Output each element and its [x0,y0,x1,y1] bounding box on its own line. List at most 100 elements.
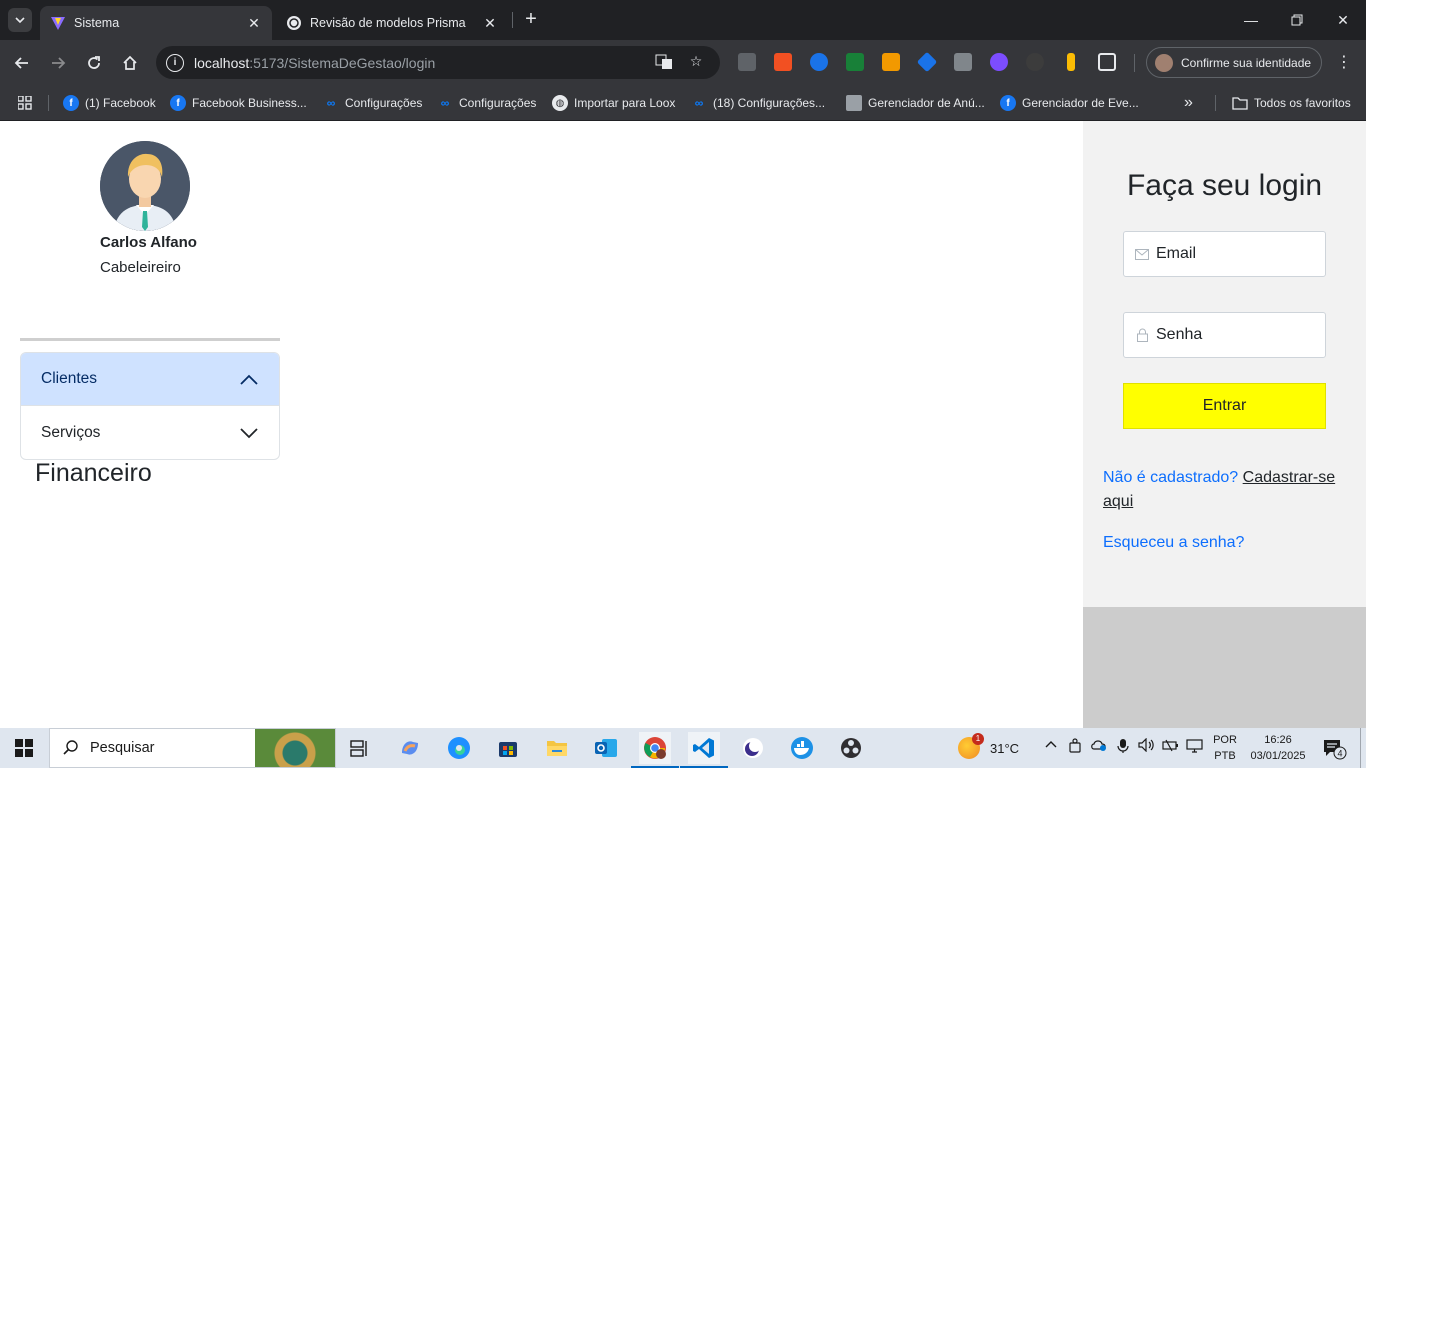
show-desktop-button[interactable] [1360,728,1361,768]
copilot-icon[interactable] [394,732,426,764]
outlook-icon[interactable] [590,732,622,764]
extension-ds-icon[interactable] [882,53,900,71]
weather-widget[interactable]: 1 31°C [958,733,1019,760]
extension-code-icon[interactable] [738,53,756,71]
tab-search-button[interactable] [8,8,32,32]
financeiro-heading[interactable]: Financeiro [35,459,152,488]
extension-lightning-icon[interactable] [1067,53,1075,71]
address-bar[interactable]: i localhost:5173/SistemaDeGestao/login ☆ [156,46,720,79]
login-submit-button[interactable]: Entrar [1123,383,1326,429]
clock-time: 16:26 [1264,734,1292,746]
taskbar-search-box[interactable]: Pesquisar [49,728,336,768]
start-button[interactable] [0,728,48,768]
forgot-password-link[interactable]: Esqueceu a senha? [1103,534,1244,552]
email-input[interactable] [1156,245,1316,263]
bookmark-item[interactable]: Gerenciador de Anú... [846,93,985,113]
show-hidden-icons-chevron-icon[interactable] [1042,738,1060,758]
tab-separator [512,12,513,28]
password-field[interactable] [1123,312,1326,358]
chevron-down-icon [15,17,25,24]
edge-browser-icon[interactable] [443,732,475,764]
extension-search-icon[interactable] [810,53,828,71]
extension-grid-icon[interactable] [954,53,972,71]
profile-button[interactable]: Confirme sua identidade [1146,47,1322,78]
extension-tag-icon[interactable] [916,51,938,73]
profile-name: Carlos Alfano [100,234,197,251]
moon-app-icon[interactable] [737,732,769,764]
extensions-puzzle-icon[interactable] [1098,53,1116,71]
extension-q-icon[interactable] [774,53,792,71]
network-icon[interactable] [1186,738,1204,758]
close-tab-icon[interactable]: ✕ [246,15,262,32]
task-view-icon[interactable] [344,732,376,764]
volume-icon[interactable] [1138,737,1156,758]
tab-title: Sistema [74,16,120,30]
accordion-item-clientes[interactable]: Clientes [21,353,279,406]
vscode-icon[interactable] [680,732,728,768]
back-button[interactable] [9,50,35,76]
weather-sun-icon: 1 [958,733,984,759]
accordion-item-servicos[interactable]: Serviços [21,406,279,459]
bookmark-item[interactable]: ∞ Configurações [323,93,423,113]
bookmark-item[interactable]: f Gerenciador de Eve... [1000,93,1139,113]
email-field[interactable] [1123,231,1326,277]
sidebar-accordion: Clientes Serviços [20,352,280,460]
chrome-icon[interactable] [631,732,679,768]
home-button[interactable] [117,50,143,76]
battery-icon[interactable] [1162,738,1180,758]
reload-icon [88,56,100,69]
bookmark-star-icon[interactable]: ☆ [686,53,706,73]
extension-target-icon[interactable] [990,53,1008,71]
meta-icon: ∞ [694,96,704,110]
extension-k-icon[interactable] [1026,53,1044,71]
site-info-icon[interactable]: i [166,53,184,72]
onedrive-sync-icon[interactable] [1090,738,1108,758]
more-bookmarks-chevron-icon[interactable]: » [1184,93,1193,113]
tab-sistema[interactable]: Sistema ✕ [40,6,272,40]
language-code: POR [1213,734,1237,746]
tab-prisma[interactable]: Revisão de modelos Prisma ✕ [276,6,508,40]
bookmarks-separator [1215,95,1216,111]
accordion-label: Serviços [41,423,101,441]
translate-icon[interactable] [654,53,674,73]
minimize-button[interactable]: — [1228,0,1274,40]
meta-icon: ∞ [326,96,336,110]
facebook-icon: f [170,95,186,111]
microphone-icon[interactable] [1114,738,1132,758]
page-content: Carlos Alfano Cabeleireiro Clientes Serv… [0,121,1366,728]
docker-icon[interactable] [786,732,818,764]
notification-center-icon[interactable]: 4 [1322,738,1348,760]
close-window-button[interactable]: ✕ [1320,0,1366,40]
forward-button[interactable] [45,50,71,76]
screen: Sistema ✕ Revisão de modelos Prisma ✕ + … [0,0,1366,768]
facebook-icon: f [1000,95,1016,111]
bookmark-item[interactable]: ∞ Configurações [437,93,537,113]
bookmark-item[interactable]: f (1) Facebook [63,93,156,113]
restore-button[interactable] [1274,0,1320,40]
password-input[interactable] [1156,326,1316,344]
restore-icon [1291,14,1303,26]
bookmark-label: Configurações [345,96,423,110]
new-tab-button[interactable]: + [520,8,542,32]
windows-logo-icon [15,739,33,757]
openai-icon [286,15,302,31]
bookmark-item[interactable]: ◍ Importar para Loox [552,93,675,113]
system-clock[interactable]: 16:26 03/01/2025 [1246,732,1310,764]
browser-menu-icon[interactable]: ⋮ [1336,52,1352,72]
home-icon [123,55,137,70]
taskbar-search-placeholder: Pesquisar [90,740,155,756]
extension-download-icon[interactable] [846,53,864,71]
bookmark-item[interactable]: ∞ (18) Configurações... [691,93,825,113]
bookmark-label: Facebook Business... [192,96,307,110]
close-tab-icon[interactable]: ✕ [482,15,498,32]
all-bookmarks-folder[interactable]: Todos os favoritos [1232,93,1351,113]
bookmark-item[interactable]: f Facebook Business... [170,93,307,113]
file-explorer-icon[interactable] [541,732,573,764]
reload-button[interactable] [81,50,107,76]
obs-studio-icon[interactable] [835,732,867,764]
language-indicator[interactable]: POR PTB [1210,732,1240,764]
url-path: :5173/SistemaDeGestao/login [249,54,436,71]
apps-grid-icon[interactable] [18,93,32,113]
microsoft-store-icon[interactable] [492,732,524,764]
meet-now-icon[interactable] [1066,738,1084,758]
